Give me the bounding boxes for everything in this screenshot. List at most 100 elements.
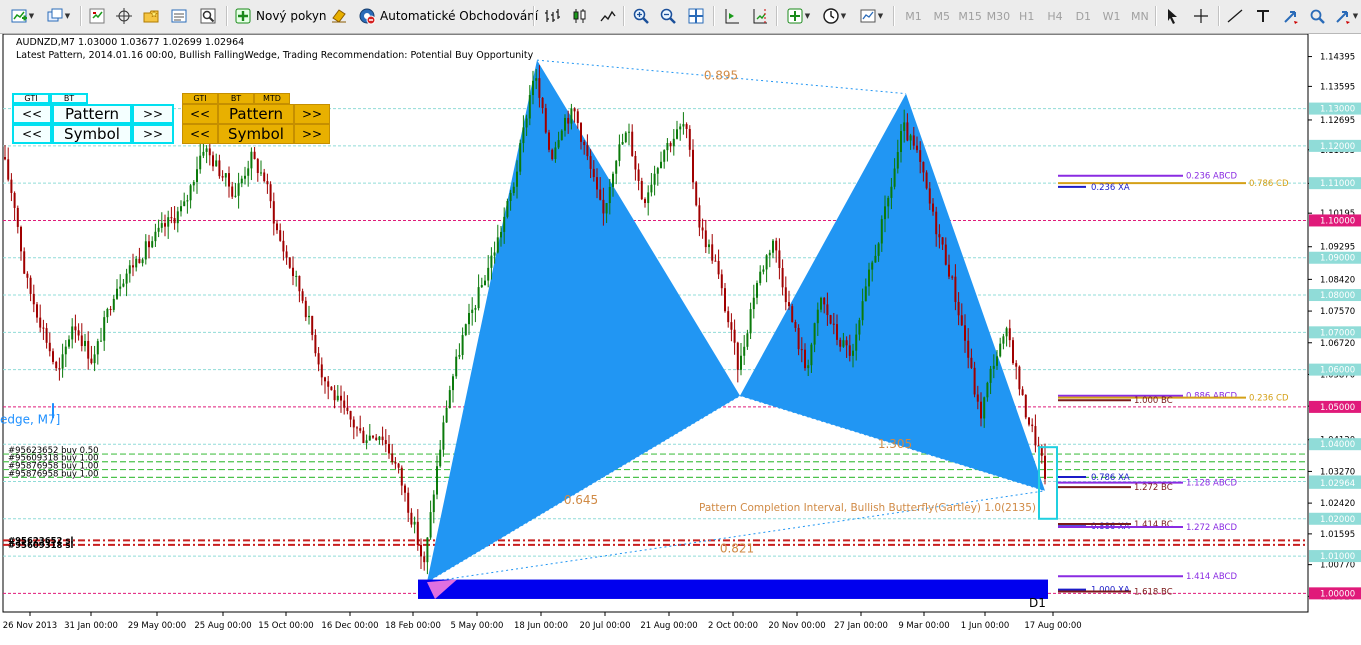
- strategy-tester-icon[interactable]: [197, 5, 219, 27]
- pattern-next-button[interactable]: >>: [294, 104, 330, 124]
- candle-body: [839, 339, 842, 347]
- market-watch-icon-glyph: [89, 8, 105, 24]
- crosshair-icon[interactable]: [1190, 5, 1212, 27]
- nav-tag-gti[interactable]: GTI: [12, 93, 50, 104]
- time-tick-label: 20 Jul 00:00: [580, 621, 631, 631]
- timeframe-m5[interactable]: M5: [928, 5, 955, 27]
- zoom-in-icon[interactable]: [630, 5, 652, 27]
- indicators-icon[interactable]: ▼: [782, 5, 814, 27]
- candle-body: [884, 206, 886, 220]
- candle-body: [567, 117, 570, 124]
- price-tick-label: 1.14395: [1320, 53, 1355, 63]
- timeframe-m1[interactable]: M1: [900, 5, 927, 27]
- text-icon[interactable]: [1252, 5, 1274, 27]
- timeframe-h1[interactable]: H1: [1013, 5, 1040, 27]
- zoom-out-icon[interactable]: [657, 5, 679, 27]
- candle-body: [586, 145, 589, 157]
- timeframe-w1[interactable]: W1: [1098, 5, 1125, 27]
- timeframe-mn[interactable]: MN: [1126, 5, 1153, 27]
- candle-body: [573, 108, 576, 112]
- timeframe-m15[interactable]: M15: [957, 5, 984, 27]
- new-order-button[interactable]: Nový pokyn: [232, 5, 333, 27]
- candle-body: [132, 265, 134, 268]
- chart-window[interactable]: 0.236 ABCD0.786 CD0.236 XA0.886 ABCD0.23…: [0, 34, 1361, 645]
- candle-body: [717, 260, 720, 275]
- cursor-icon-glyph: [1168, 9, 1177, 24]
- candle-body: [186, 200, 189, 202]
- symbol-next-button[interactable]: >>: [294, 124, 330, 144]
- pattern-prev-button[interactable]: <<: [182, 104, 218, 124]
- crosshair-move-icon[interactable]: [113, 5, 135, 27]
- candle-body: [1018, 366, 1021, 390]
- candle-body: [224, 173, 227, 178]
- candle-body: [84, 340, 86, 347]
- templates-icon[interactable]: ▼: [855, 5, 887, 27]
- symbol-label-button[interactable]: Symbol: [52, 124, 132, 144]
- pattern-prev-button[interactable]: <<: [12, 104, 52, 124]
- bar-chart-icon[interactable]: [541, 5, 563, 27]
- candle-body: [61, 354, 64, 369]
- time-tick-label: 21 Aug 00:00: [640, 621, 697, 631]
- candle-body: [720, 274, 723, 289]
- symbol-prev-button[interactable]: <<: [12, 124, 52, 144]
- nav-tag-bt[interactable]: BT: [218, 93, 254, 104]
- candle-body: [1044, 455, 1046, 479]
- tile-windows-icon[interactable]: [685, 5, 707, 27]
- candle-body: [816, 309, 819, 324]
- current-price-label: 1.02964: [1320, 479, 1355, 489]
- candle-body: [247, 168, 250, 176]
- symbol-next-button[interactable]: >>: [132, 124, 174, 144]
- pattern-nav-panel-1: GTI BT << Pattern >> << Symbol >>: [12, 93, 186, 145]
- pattern-next-button[interactable]: >>: [132, 104, 174, 124]
- trendline-icon[interactable]: [1224, 5, 1246, 27]
- arrows-icon[interactable]: [1280, 5, 1302, 27]
- candle-body: [416, 521, 419, 545]
- expert-advisor-icon[interactable]: [328, 5, 350, 27]
- auto-scroll-icon[interactable]: [721, 5, 743, 27]
- time-tick-label: 2 Oct 00:00: [708, 621, 758, 631]
- candle-body: [976, 394, 979, 402]
- chart-shift-icon[interactable]: [749, 5, 771, 27]
- pattern-label-button[interactable]: Pattern: [218, 104, 294, 124]
- candle-body: [807, 365, 810, 369]
- candle-body: [375, 437, 378, 441]
- line-chart-icon[interactable]: [597, 5, 619, 27]
- arrows-icon-glyph: [1336, 11, 1350, 24]
- candle-body: [660, 161, 662, 169]
- candle-body: [263, 172, 266, 182]
- time-tick-label: 17 Aug 00:00: [1024, 621, 1081, 631]
- nav-tag-bt[interactable]: BT: [50, 93, 88, 104]
- candle-body: [212, 155, 214, 167]
- candle-body: [906, 122, 909, 141]
- candle-body: [68, 339, 70, 347]
- data-window-icon[interactable]: [168, 5, 190, 27]
- candle-body: [96, 341, 99, 355]
- autotrading-button[interactable]: Automatické Obchodování: [356, 5, 544, 27]
- candle-body: [1002, 336, 1005, 344]
- zoom-tool-icon[interactable]: [1306, 5, 1328, 27]
- bar-chart-icon-glyph: [545, 9, 560, 22]
- nav-tag-mtd[interactable]: MTD: [254, 93, 290, 104]
- profiles-icon[interactable]: ▼: [42, 5, 74, 27]
- market-watch-icon[interactable]: [86, 5, 108, 27]
- nav-tag-gti[interactable]: GTI: [182, 93, 218, 104]
- more-tools-icon[interactable]: ▼: [1333, 5, 1359, 27]
- candlestick-icon[interactable]: [569, 5, 591, 27]
- candle-body: [823, 297, 826, 305]
- candle-body: [260, 172, 262, 174]
- timeframe-m30[interactable]: M30: [985, 5, 1012, 27]
- periods-icon[interactable]: ▼: [818, 5, 850, 27]
- candle-body: [714, 260, 717, 262]
- symbol-prev-button[interactable]: <<: [182, 124, 218, 144]
- candle-body: [452, 376, 454, 391]
- timeframe-h4[interactable]: H4: [1042, 5, 1069, 27]
- symbol-label-button[interactable]: Symbol: [218, 124, 294, 144]
- timeframe-d1[interactable]: D1: [1070, 5, 1097, 27]
- price-tick-label: 1.07570: [1320, 307, 1355, 317]
- new-chart-icon[interactable]: ▼: [6, 5, 38, 27]
- cursor-icon[interactable]: [1161, 5, 1183, 27]
- pattern-label-button[interactable]: Pattern: [52, 104, 132, 124]
- time-tick-label: 18 Jun 00:00: [514, 621, 568, 631]
- level-price-tag-label: 1.13000: [1320, 105, 1355, 115]
- favorites-icon[interactable]: [140, 5, 162, 27]
